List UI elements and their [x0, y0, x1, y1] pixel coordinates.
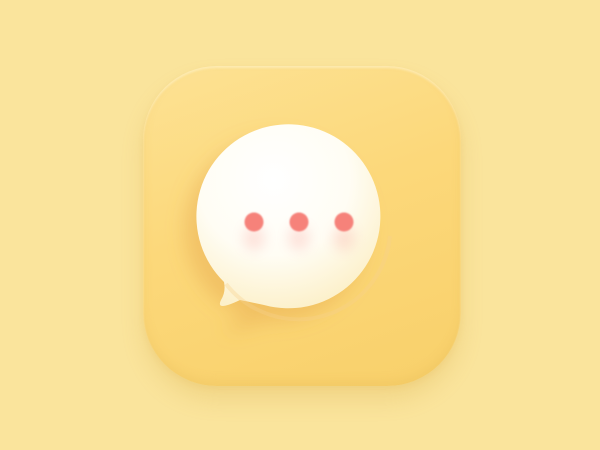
chat-bubble-icon — [184, 124, 392, 332]
typing-dot — [244, 212, 264, 232]
canvas — [0, 0, 600, 450]
bubble-body — [196, 124, 381, 309]
typing-dot — [289, 212, 309, 232]
typing-dots — [243, 212, 355, 251]
typing-dot — [334, 212, 354, 232]
